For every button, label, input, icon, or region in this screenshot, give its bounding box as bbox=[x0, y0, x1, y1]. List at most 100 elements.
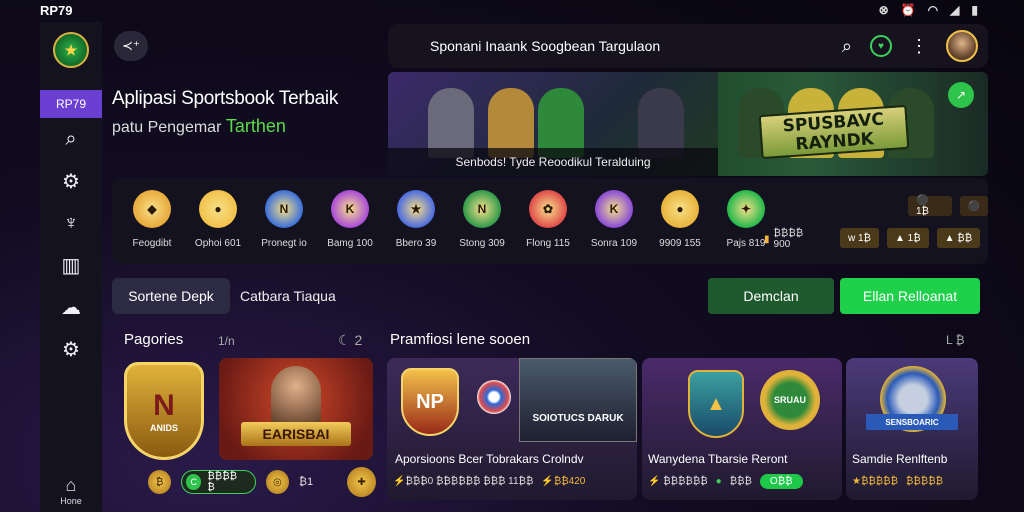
category-pill-top[interactable]: ⚫ 1₿ bbox=[908, 195, 952, 217]
left-section-page: 1/n bbox=[218, 334, 235, 348]
notification-icon: ⊗ bbox=[878, 3, 889, 17]
card-1-title: Aporsioons Bcer Tobrakars Crolndv bbox=[395, 452, 584, 466]
top-bar: Sponani Inaank Soogbean Targulaon ⌕ ♥ ⋮ bbox=[388, 24, 988, 68]
avatar[interactable] bbox=[946, 30, 978, 62]
gift-icon[interactable]: ✚ bbox=[347, 467, 376, 497]
target-icon bbox=[477, 380, 511, 414]
category-label: 9909 155 bbox=[659, 238, 701, 249]
card-2-stat-num: ₿₿₿ bbox=[729, 476, 752, 487]
banner-next-icon[interactable]: ↗ bbox=[948, 82, 974, 108]
demclan-button[interactable]: Demclan bbox=[708, 278, 834, 314]
headline-subtitle: patu Pengemar Tarthen bbox=[112, 116, 382, 137]
sidebar-brand[interactable]: RP79 bbox=[40, 90, 102, 118]
promo-card-3[interactable]: SENSBOARIC Samdie Renlftenb ★₿₿₿₿₿ ₿₿₿₿₿ bbox=[846, 358, 978, 500]
right-section-meta: L ₿ bbox=[946, 333, 965, 347]
promo-card-1[interactable]: NP SOIOTUCS DARUK Aporsioons Bcer Tobrak… bbox=[387, 358, 637, 500]
book-icon[interactable]: ▥ bbox=[40, 244, 102, 286]
coin-icon[interactable]: ₿ bbox=[148, 470, 172, 494]
category-item[interactable]: ● 9909 155 bbox=[650, 190, 710, 249]
app-logo-icon[interactable]: ★ bbox=[53, 32, 89, 68]
headline-subtitle-prefix: patu Pengemar bbox=[112, 119, 222, 136]
card-1-badge: NP bbox=[401, 368, 459, 436]
left-section-count: ☾ 2 bbox=[338, 332, 363, 348]
category-label: Pajs 819 bbox=[726, 238, 766, 249]
settings-icon[interactable]: ⚙ bbox=[40, 160, 102, 202]
search-icon[interactable]: ⌕ bbox=[842, 36, 852, 57]
home-label: Hone bbox=[60, 496, 82, 506]
wallet-icon: ▮ bbox=[764, 233, 770, 245]
category-item[interactable]: N Stong 309 bbox=[452, 190, 512, 249]
trophy-icon[interactable]: ♆ bbox=[40, 202, 102, 244]
left-section-title: Pagories bbox=[124, 331, 184, 348]
team-badge[interactable]: N ANIDS bbox=[124, 362, 204, 460]
category-coin-icon: ◆ bbox=[133, 190, 171, 228]
relloanat-button[interactable]: Ellan Relloanat bbox=[840, 278, 980, 314]
featured-player-label: EARISBAI bbox=[241, 422, 351, 446]
card-2-stats-text: ⚡ ₿₿₿₿₿₿ bbox=[648, 476, 708, 487]
gear-icon[interactable]: ⚙ bbox=[40, 328, 102, 370]
banner-promo-title: SPUSBAVC RAYNDK bbox=[758, 104, 910, 160]
card-2-title: Wanydena Tbarsie Reront bbox=[648, 452, 788, 466]
category-label: Ophoi 601 bbox=[194, 238, 242, 249]
category-label: Pronegt io bbox=[261, 238, 307, 249]
team-badge-letters: N bbox=[153, 389, 175, 422]
category-item[interactable]: ◆ Feogdibt bbox=[122, 190, 182, 249]
category-meta-line1: ₿₿₿₿ bbox=[773, 228, 804, 239]
headline-title: Aplipasi Sportsbook Terbaik bbox=[112, 88, 339, 109]
category-item[interactable]: N Pronegt io bbox=[254, 190, 314, 249]
status-icons: ⊗ ⏰ ◠ ◢ ▮ bbox=[879, 3, 978, 17]
more-icon[interactable]: ⋮ bbox=[910, 36, 928, 57]
cloud-icon[interactable]: ☁ bbox=[40, 286, 102, 328]
card-2-toggle-icon: ● bbox=[715, 476, 722, 487]
category-label: Sonra 109 bbox=[590, 238, 638, 249]
sidebar-item-home[interactable]: ⌂ Hone bbox=[60, 475, 82, 506]
card-1-image-label: SOIOTUCS DARUK bbox=[532, 413, 624, 424]
promo-card-2[interactable]: ▲ SRUAU Wanydena Tbarsie Reront ⚡ ₿₿₿₿₿₿… bbox=[642, 358, 842, 500]
tab-catbara[interactable]: Catbara Tiaqua bbox=[240, 288, 336, 304]
card-1-stats-gold: ⚡₿₿420 bbox=[541, 476, 586, 487]
category-coin-icon: N bbox=[463, 190, 501, 228]
card-1-image: SOIOTUCS DARUK bbox=[519, 358, 637, 442]
shield-icon[interactable]: ♥ bbox=[870, 35, 892, 57]
status-bar: RP79 ⊗ ⏰ ◠ ◢ ▮ bbox=[0, 0, 1024, 20]
toggle-dot-icon: C bbox=[186, 474, 202, 490]
category-coin-icon: N bbox=[265, 190, 303, 228]
left-section-actions: ₿ C ₿₿₿₿₿ ◎ ₿1 ✚ bbox=[112, 462, 376, 502]
category-coin-icon: ● bbox=[661, 190, 699, 228]
filter-row: Sortene Depk Catbara Tiaqua Demclan Ella… bbox=[112, 276, 988, 316]
category-item[interactable]: K Bamg 100 bbox=[320, 190, 380, 249]
category-pill[interactable]: ▲ ₿₿ bbox=[936, 228, 981, 248]
category-label: Flong 115 bbox=[526, 238, 570, 249]
category-meta-line2: 900 bbox=[773, 239, 791, 250]
featured-player-card[interactable]: EARISBAI bbox=[219, 358, 373, 460]
bottom-score: ₿1 bbox=[298, 476, 314, 488]
card-1-stats-text: ⚡₿₿₿0 ₿₿₿₿₿₿ ₿₿₿ 11₿₿ bbox=[393, 476, 534, 487]
category-item[interactable]: K Sonra 109 bbox=[584, 190, 644, 249]
category-item[interactable]: ★ Bbero 39 bbox=[386, 190, 446, 249]
promo-banner[interactable]: Senbods! Tyde Reoodikul Teralduing SPUSB… bbox=[388, 72, 988, 176]
toggle-label: ₿₿₿₿₿ bbox=[207, 471, 237, 493]
right-section-title: Pramfiosi lene sooen bbox=[390, 331, 531, 348]
alarm-icon: ⏰ bbox=[900, 3, 916, 17]
card-3-title: Samdie Renlftenb bbox=[852, 452, 948, 466]
card-2-pill[interactable]: O₿₿ bbox=[759, 474, 803, 489]
top-bar-title[interactable]: Sponani Inaank Soogbean Targulaon bbox=[430, 38, 842, 54]
card-1-stats: ⚡₿₿₿0 ₿₿₿₿₿₿ ₿₿₿ 11₿₿ ⚡₿₿420 bbox=[393, 476, 585, 487]
back-button[interactable]: ≺⁺ bbox=[114, 31, 148, 61]
tab-sortene[interactable]: Sortene Depk bbox=[112, 278, 230, 314]
headline-subtitle-accent: Tarthen bbox=[225, 116, 286, 136]
category-label: Bbero 39 bbox=[395, 238, 437, 249]
category-pill[interactable]: ▲ 1₿ bbox=[886, 228, 929, 248]
category-coin-icon: ★ bbox=[397, 190, 435, 228]
category-pill-top[interactable]: ⚫ bbox=[959, 196, 988, 216]
category-item[interactable]: ✿ Flong 115 bbox=[518, 190, 578, 249]
top-actions: ⌕ ♥ ⋮ bbox=[842, 30, 978, 62]
search-icon[interactable]: ⌕ bbox=[40, 118, 102, 160]
target-coin-icon[interactable]: ◎ bbox=[265, 470, 289, 494]
category-pill[interactable]: ᴡ 1₿ bbox=[840, 228, 879, 248]
category-item[interactable]: ● Ophoi 601 bbox=[188, 190, 248, 249]
category-row: ◆ Feogdibt ● Ophoi 601 N Pronegt io K Bamg 100 ★… bbox=[112, 178, 988, 264]
category-label: Feogdibt bbox=[132, 238, 172, 249]
coin-toggle[interactable]: C ₿₿₿₿₿ bbox=[181, 470, 256, 494]
category-coin-icon: ✿ bbox=[529, 190, 567, 228]
